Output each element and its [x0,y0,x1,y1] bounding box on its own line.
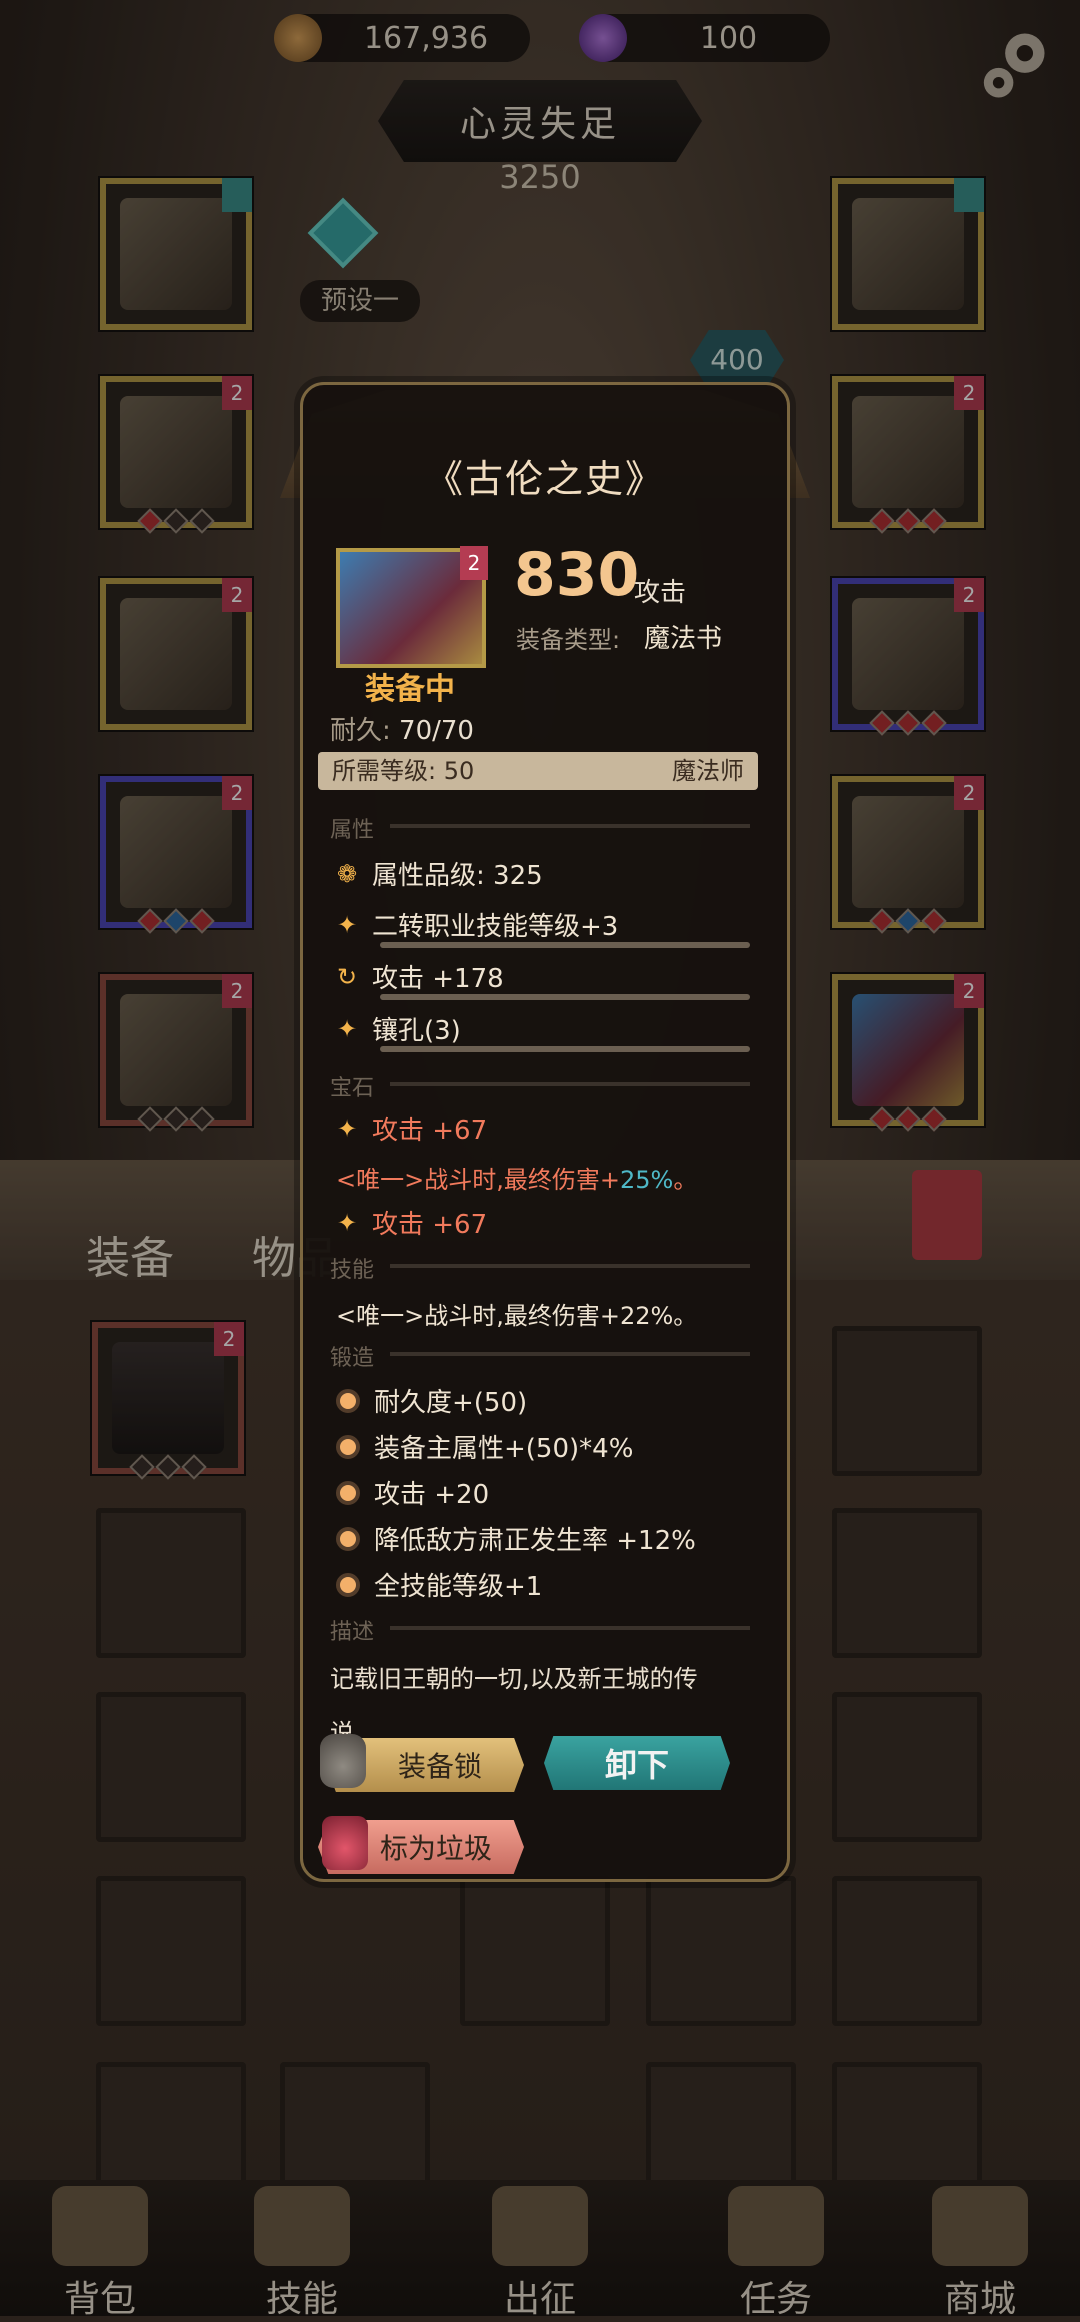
divider [390,1082,750,1086]
gem-effect: <唯一>战斗时,最终伤害+25%。 [336,1166,698,1194]
divider [390,1352,750,1356]
forge-line: 降低敌方肃正发生率 +12% [336,1520,696,1557]
required-level-bar: 所需等级: 50 魔法师 [318,752,758,790]
forge-line: 全技能等级+1 [336,1566,542,1603]
forge-dot-icon [336,1572,360,1597]
gem-line: ✦ 攻击 +67 [336,1208,488,1240]
attribute-bar [380,1046,750,1052]
divider [390,1264,750,1268]
attribute-line: ✦ 镶孔(3) [336,1014,461,1046]
attribute-line: ↻ 攻击 +178 [336,962,504,994]
star-icon: ✦ [336,1114,358,1143]
equipped-label: 装备中 [365,672,455,707]
divider [390,824,750,828]
equip-type-value: 魔法书 [644,624,723,654]
star-icon: ✦ [336,1208,358,1237]
gem-line: ✦ 攻击 +67 [336,1114,488,1146]
unequip-button[interactable]: 卸下 [544,1736,730,1790]
forge-dot-icon [336,1388,360,1413]
junk-potion-icon [322,1816,368,1870]
section-description: 描述 [330,1620,375,1645]
item-name: 《古伦之史》 [424,457,665,501]
star-icon: ✦ [336,910,358,939]
section-forge: 锻造 [330,1346,375,1371]
divider [390,1626,750,1630]
attack-unit: 攻击 [634,578,687,608]
attribute-line: ✦ 二转职业技能等级+3 [336,910,619,942]
attribute-grade: ❁ 属性品级: 325 [336,859,543,891]
skill-effect: <唯一>战斗时,最终伤害+22%。 [336,1302,698,1330]
attribute-bar [380,994,750,1000]
attack-value: 830 [514,540,640,610]
forge-dot-icon [336,1526,360,1551]
forge-dot-icon [336,1480,360,1505]
section-attributes: 属性 [330,818,375,843]
section-skills: 技能 [330,1258,375,1283]
grade-icon: ❁ [336,859,358,888]
forge-line: 耐久度+(50) [336,1382,527,1419]
cycle-icon: ↻ [336,962,358,991]
durability: 耐久: 70/70 [330,716,474,746]
tier-tag: 2 [460,546,488,580]
padlock-icon [320,1734,366,1788]
equip-type-label: 装备类型: [516,626,621,654]
forge-line: 攻击 +20 [336,1474,489,1511]
spellbook-icon: 2 [336,546,488,668]
attribute-bar [380,942,750,948]
forge-line: 装备主属性+(50)*4% [336,1428,633,1465]
star-icon: ✦ [336,1014,358,1043]
forge-dot-icon [336,1434,360,1459]
section-gems: 宝石 [330,1076,375,1101]
